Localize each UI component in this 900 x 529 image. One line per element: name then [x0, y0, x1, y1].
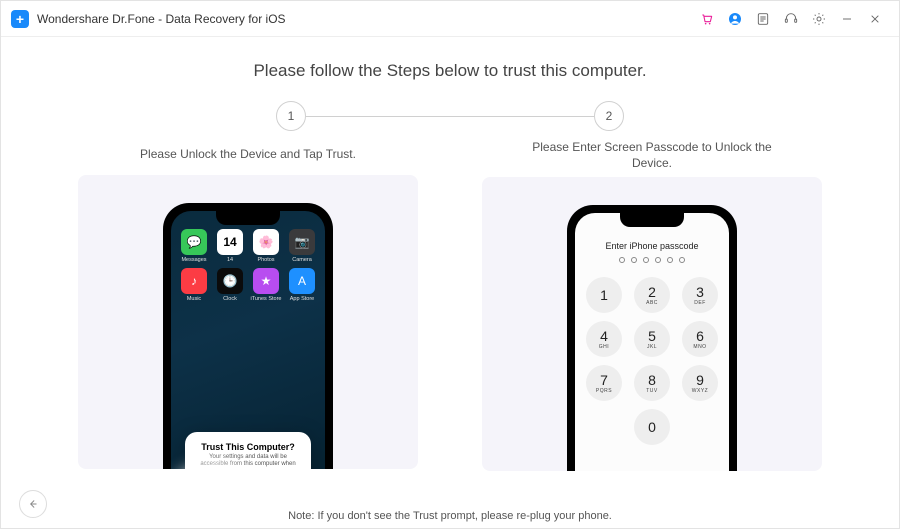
- step-1-illustration: 💬Messages1414🌸Photos📷Camera ♪Music🕒Clock★…: [78, 175, 418, 469]
- passcode-dot: [631, 257, 637, 263]
- passcode-dots: [575, 257, 729, 263]
- passcode-keypad: 1 2ABC 3DEF 4GHI 5JKL 6MNO 7PQRS 8TUV 9WXYZ 0: [575, 277, 729, 445]
- trust-dialog: Trust This Computer? Your settings and d…: [185, 432, 311, 469]
- app-icon: 📷Camera: [285, 229, 319, 263]
- settings-icon[interactable]: [805, 5, 833, 33]
- passcode-dot: [667, 257, 673, 263]
- note-text: If you don't see the Trust prompt, pleas…: [314, 510, 611, 522]
- keypad-key: 9WXYZ: [682, 365, 718, 401]
- passcode-dot: [679, 257, 685, 263]
- keypad-key: 2ABC: [634, 277, 670, 313]
- app-icon: ♪Music: [177, 268, 211, 302]
- keypad-key: 8TUV: [634, 365, 670, 401]
- step-connector: [306, 116, 594, 117]
- page-heading: Please follow the Steps below to trust t…: [61, 61, 839, 81]
- step-1-column: Please Unlock the Device and Tap Trust. …: [61, 139, 435, 471]
- notch-icon: [216, 211, 280, 225]
- keypad-key: 5JKL: [634, 321, 670, 357]
- app-title: Wondershare Dr.Fone - Data Recovery for …: [37, 12, 286, 26]
- app-icon: 💬Messages: [177, 229, 211, 263]
- phone-mock-1: 💬Messages1414🌸Photos📷Camera ♪Music🕒Clock★…: [163, 203, 333, 469]
- app-icon: 🕒Clock: [213, 268, 247, 302]
- footer-note: Note: If you don't see the Trust prompt,…: [1, 510, 899, 522]
- back-button[interactable]: [19, 490, 47, 518]
- app-icon: ★iTunes Store: [249, 268, 283, 302]
- passcode-dot: [619, 257, 625, 263]
- step-1-badge: 1: [276, 101, 306, 131]
- feedback-icon[interactable]: [749, 5, 777, 33]
- note-label: Note:: [288, 510, 314, 522]
- trust-dialog-title: Trust This Computer?: [195, 442, 301, 452]
- app-icon: AApp Store: [285, 268, 319, 302]
- keypad-key: 1: [586, 277, 622, 313]
- keypad-key: 6MNO: [682, 321, 718, 357]
- keypad-key: 4GHI: [586, 321, 622, 357]
- support-icon[interactable]: [777, 5, 805, 33]
- step-2-illustration: Enter iPhone passcode 1 2ABC 3DEF 4GHI 5JKL 6…: [482, 177, 822, 471]
- minimize-button[interactable]: [833, 5, 861, 33]
- phone-mock-2: Enter iPhone passcode 1 2ABC 3DEF 4GHI 5JKL 6…: [567, 205, 737, 471]
- keypad-key: 7PQRS: [586, 365, 622, 401]
- step-1-label: Please Unlock the Device and Tap Trust.: [140, 139, 356, 169]
- close-button[interactable]: [861, 5, 889, 33]
- passcode-dot: [643, 257, 649, 263]
- passcode-dot: [655, 257, 661, 263]
- titlebar: + Wondershare Dr.Fone - Data Recovery fo…: [1, 1, 899, 37]
- app-icon: 1414: [213, 229, 247, 263]
- main-content: Please follow the Steps below to trust t…: [1, 37, 899, 528]
- app-logo-icon: +: [11, 10, 29, 28]
- step-indicator: 1 2: [61, 101, 839, 131]
- shop-icon[interactable]: [693, 5, 721, 33]
- step-2-label: Please Enter Screen Passcode to Unlock t…: [522, 139, 782, 171]
- account-icon[interactable]: [721, 5, 749, 33]
- keypad-key: 0: [634, 409, 670, 445]
- step-2-column: Please Enter Screen Passcode to Unlock t…: [465, 139, 839, 471]
- passcode-title: Enter iPhone passcode: [575, 241, 729, 251]
- app-icon: 🌸Photos: [249, 229, 283, 263]
- step-2-badge: 2: [594, 101, 624, 131]
- keypad-key: 3DEF: [682, 277, 718, 313]
- notch-icon: [620, 213, 684, 227]
- trust-dialog-message: Your settings and data will be accessibl…: [195, 454, 301, 469]
